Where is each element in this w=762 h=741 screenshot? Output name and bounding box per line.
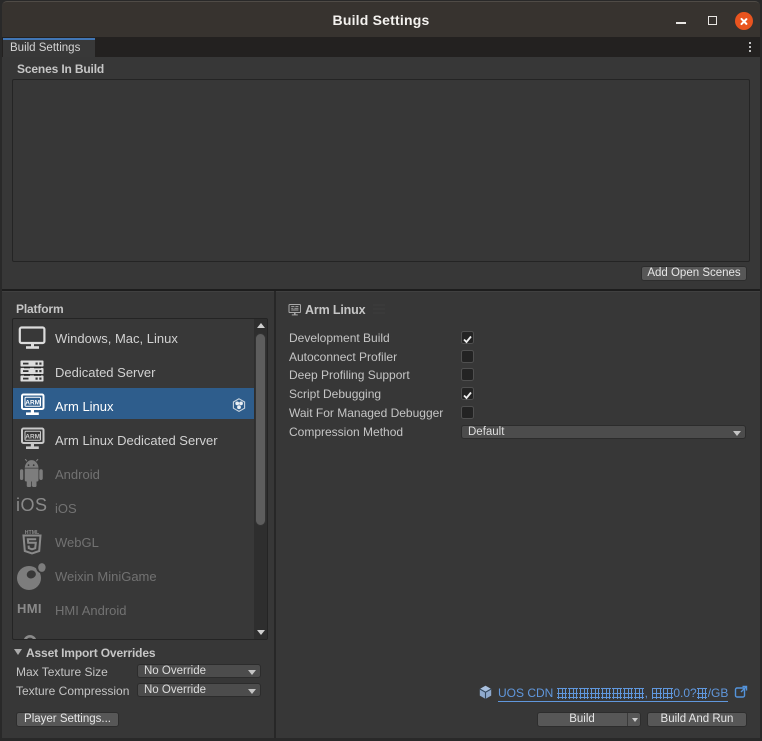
svg-text:ARM: ARM bbox=[25, 399, 40, 406]
svg-text:ARM: ARM bbox=[25, 433, 40, 440]
